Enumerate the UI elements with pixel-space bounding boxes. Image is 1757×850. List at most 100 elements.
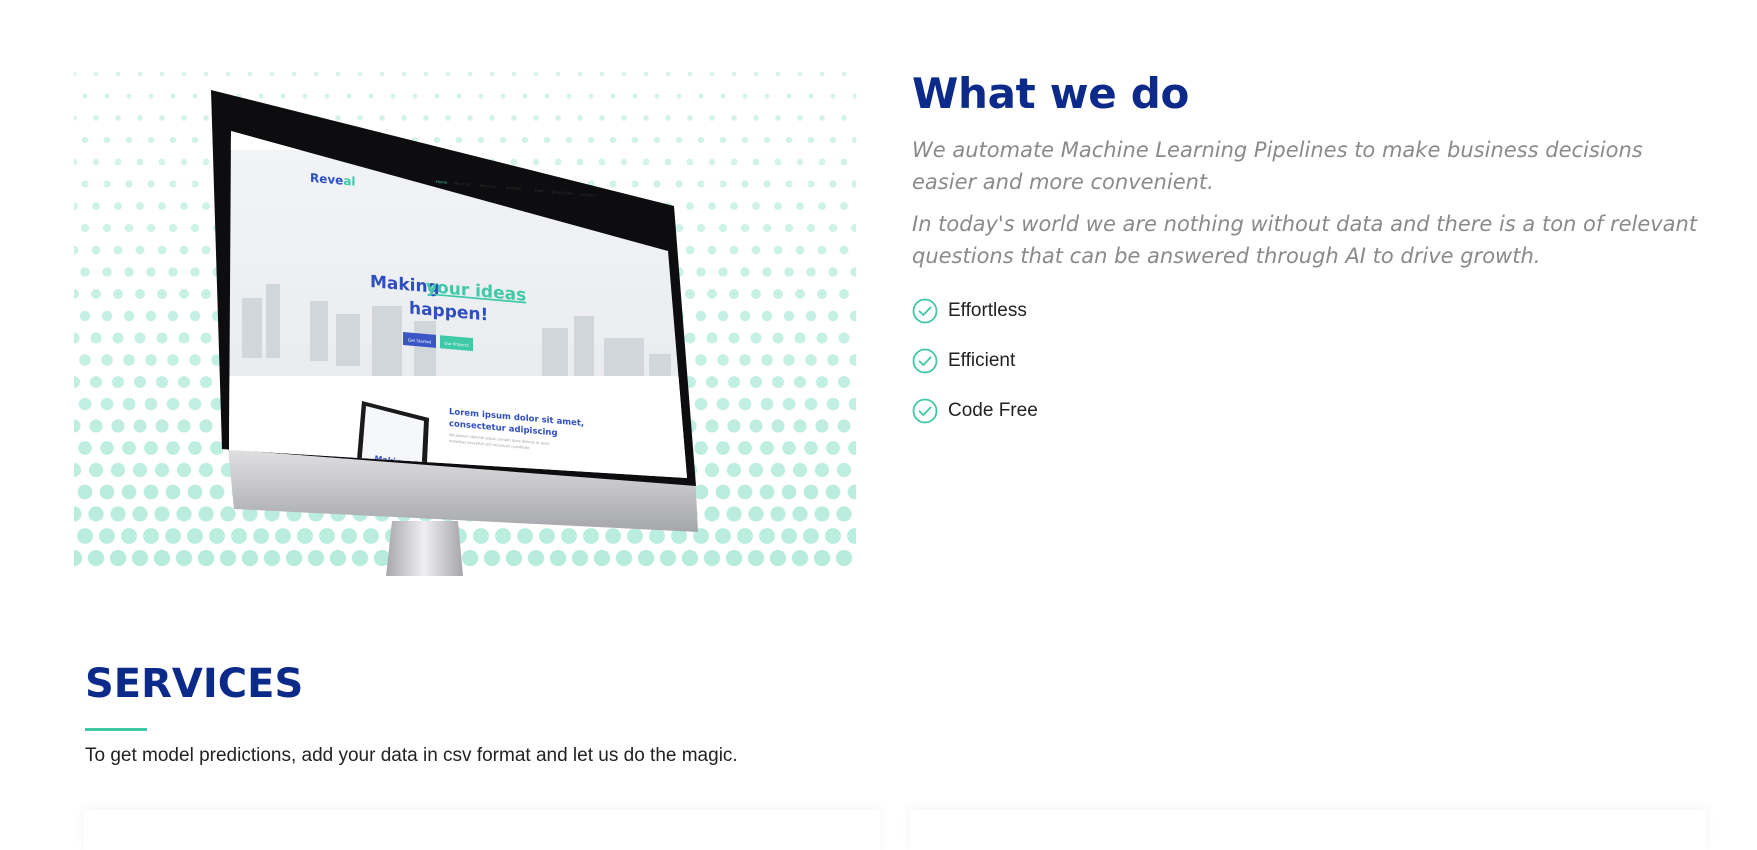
dot bbox=[167, 310, 179, 322]
dot bbox=[836, 462, 852, 478]
dot bbox=[665, 71, 671, 77]
dot bbox=[517, 528, 533, 544]
dot bbox=[522, 93, 528, 99]
dot bbox=[175, 549, 193, 567]
dot bbox=[329, 549, 347, 567]
dot bbox=[851, 180, 856, 188]
dot bbox=[456, 93, 462, 99]
dot bbox=[827, 310, 839, 322]
dot bbox=[817, 245, 827, 255]
services-title: SERVICES bbox=[85, 661, 304, 707]
dot bbox=[817, 289, 827, 299]
dot bbox=[91, 245, 101, 255]
check-circle-icon bbox=[912, 348, 938, 374]
dot bbox=[770, 506, 786, 522]
dot bbox=[848, 441, 856, 455]
dot bbox=[749, 375, 763, 389]
dot bbox=[145, 310, 157, 322]
dot bbox=[715, 528, 731, 544]
dot bbox=[109, 549, 127, 567]
dot bbox=[122, 441, 136, 455]
dot bbox=[253, 528, 269, 544]
dot bbox=[78, 441, 92, 455]
about-content: What we do We automate Machine Learning … bbox=[912, 68, 1712, 436]
dot bbox=[209, 528, 225, 544]
dot bbox=[727, 419, 741, 433]
dot bbox=[815, 375, 829, 389]
dot bbox=[717, 354, 729, 366]
dot bbox=[147, 180, 155, 188]
dot bbox=[423, 115, 429, 121]
dot bbox=[703, 549, 721, 567]
feature-item: Efficient bbox=[912, 336, 1712, 386]
dot bbox=[176, 462, 192, 478]
dot bbox=[737, 528, 753, 544]
dot bbox=[806, 267, 816, 277]
dot bbox=[806, 223, 816, 233]
dot bbox=[577, 71, 583, 77]
dot bbox=[773, 245, 783, 255]
dot bbox=[718, 223, 728, 233]
dot bbox=[165, 484, 181, 500]
dot bbox=[167, 354, 179, 366]
dot bbox=[751, 245, 761, 255]
dot bbox=[181, 115, 187, 121]
dot bbox=[88, 506, 104, 522]
dot bbox=[275, 528, 291, 544]
dot bbox=[263, 549, 281, 567]
dot bbox=[495, 528, 511, 544]
dot bbox=[707, 245, 717, 255]
dot bbox=[631, 136, 639, 144]
dot bbox=[804, 441, 818, 455]
dot bbox=[762, 223, 772, 233]
dot bbox=[157, 289, 167, 299]
dot bbox=[791, 549, 809, 567]
dot bbox=[124, 223, 134, 233]
dot bbox=[178, 332, 190, 344]
services-section: SERVICES To get model predictions, add y… bbox=[85, 660, 1685, 767]
dot bbox=[203, 115, 209, 121]
dot bbox=[814, 506, 830, 522]
imac-stand bbox=[386, 521, 464, 576]
dot bbox=[727, 375, 741, 389]
dot bbox=[285, 549, 303, 567]
dot bbox=[687, 71, 693, 77]
dot bbox=[781, 528, 797, 544]
dot bbox=[145, 354, 157, 366]
dot bbox=[840, 158, 848, 166]
dot bbox=[704, 506, 720, 522]
dot bbox=[78, 397, 92, 411]
mockup-nav-item: Home bbox=[436, 179, 448, 185]
dot bbox=[637, 549, 655, 567]
dot bbox=[467, 115, 473, 121]
service-card[interactable] bbox=[84, 810, 880, 850]
dot bbox=[133, 375, 147, 389]
dot bbox=[341, 528, 357, 544]
dot bbox=[379, 71, 385, 77]
dot bbox=[231, 528, 247, 544]
dot bbox=[642, 158, 650, 166]
dot bbox=[527, 549, 545, 567]
dot bbox=[716, 397, 730, 411]
dot bbox=[158, 202, 166, 210]
dot bbox=[792, 462, 808, 478]
dot bbox=[81, 136, 89, 144]
dot bbox=[79, 310, 91, 322]
dot bbox=[434, 93, 440, 99]
dot bbox=[77, 528, 93, 544]
dot bbox=[729, 245, 739, 255]
dot bbox=[797, 71, 803, 77]
dot bbox=[146, 223, 156, 233]
dot bbox=[748, 462, 764, 478]
dot bbox=[544, 93, 550, 99]
dot bbox=[610, 93, 616, 99]
dot bbox=[621, 115, 627, 121]
dot bbox=[805, 354, 817, 366]
dot bbox=[716, 441, 730, 455]
dot bbox=[769, 549, 787, 567]
dot bbox=[807, 136, 815, 144]
dot bbox=[489, 71, 495, 77]
dot bbox=[258, 93, 264, 99]
dot bbox=[793, 419, 807, 433]
service-card[interactable] bbox=[910, 810, 1706, 850]
